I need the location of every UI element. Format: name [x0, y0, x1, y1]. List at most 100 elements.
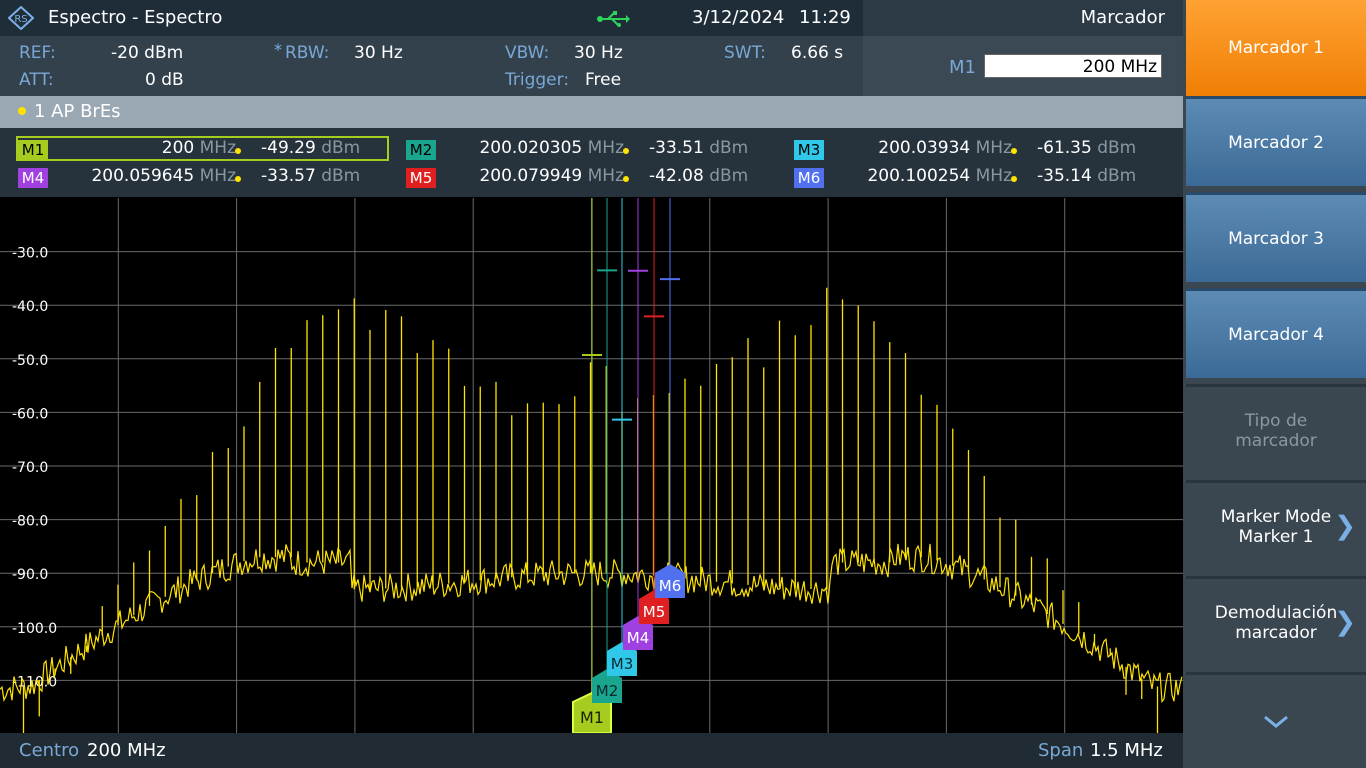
marker-level-m3: -61.35 dBm — [1037, 138, 1136, 158]
att-value[interactable]: 0 dB — [145, 70, 184, 90]
y-tick-label: -90.0 — [12, 567, 48, 583]
bottom-status-bar: Centro 200 MHz Span 1.5 MHz — [0, 733, 1183, 768]
softkey-label: Marcador 1 — [1228, 38, 1324, 58]
swt-value[interactable]: 6.66 s — [791, 43, 843, 63]
y-tick-label: -70.0 — [12, 460, 48, 476]
marker-level-unit: dBm — [315, 138, 361, 158]
marker-badge-m5[interactable]: M5 — [406, 168, 436, 188]
trigger-label: Trigger: — [505, 70, 570, 90]
center-label: Centro — [19, 740, 80, 761]
softkey-tipo-de-marcador[interactable]: Tipo de marcador — [1186, 384, 1366, 474]
marker-level-unit: dBm — [703, 138, 749, 158]
softkey-marcador-3[interactable]: Marcador 3 — [1186, 192, 1366, 282]
marker-level: -33.51 — [649, 138, 704, 158]
marker-level-unit: dBm — [1091, 166, 1137, 186]
rs-logo-icon: RS — [8, 6, 34, 30]
span-label: Span — [1038, 740, 1084, 761]
softkey-menu-header: Marcador — [863, 0, 1183, 36]
marker-frequency-unit: MHz — [582, 166, 624, 186]
marker-level-unit: dBm — [703, 166, 749, 186]
marker-frequency-m1: 200 MHz — [58, 138, 236, 158]
marker-level: -49.29 — [261, 138, 316, 158]
marker-frequency-m2: 200.020305 MHz — [446, 138, 624, 158]
marker-level: -42.08 — [649, 166, 704, 186]
y-tick-label: -60.0 — [12, 406, 48, 422]
swt-label: SWT: — [724, 43, 766, 63]
app-title: Espectro - Espectro — [48, 7, 223, 28]
marker-entry-label: M1 — [949, 57, 976, 78]
softkey-marcador-4[interactable]: Marcador 4 — [1186, 288, 1366, 378]
y-tick-label: -80.0 — [12, 514, 48, 530]
y-tick-label: -100.0 — [12, 621, 57, 637]
rbw-label: RBW: — [285, 43, 330, 63]
marker-level-m5: -42.08 dBm — [649, 166, 748, 186]
marker-level: -33.57 — [261, 166, 316, 186]
marker-frequency: 200 — [161, 138, 195, 158]
vbw-label: VBW: — [505, 43, 550, 63]
marker-trace-dot — [1011, 148, 1017, 154]
softkey-demodulacion-marcador[interactable]: Demodulación marcador ❯ — [1186, 576, 1366, 666]
marker-level: -61.35 — [1037, 138, 1092, 158]
softkey-marcador-2[interactable]: Marcador 2 — [1186, 96, 1366, 186]
center-value[interactable]: 200 MHz — [87, 740, 166, 761]
ref-label: REF: — [19, 43, 56, 63]
spectrum-graph[interactable]: -30.0 -40.0 -50.0 -60.0 -70.0 -80.0 -90.0 -100.… — [0, 198, 1183, 745]
chevron-down-icon — [1264, 715, 1288, 728]
softkey-label: Marcador 3 — [1228, 228, 1324, 249]
span-value[interactable]: 1.5 MHz — [1090, 740, 1163, 761]
time-display: 11:29 — [799, 7, 851, 28]
trace-color-dot — [18, 107, 26, 115]
marker-badge-m6[interactable]: M6 — [794, 168, 824, 188]
marker-flag-label: M3 — [611, 655, 634, 673]
marker-flag-label: M4 — [627, 629, 650, 647]
softkey-marcador-1[interactable]: Marcador 1 — [1186, 0, 1366, 96]
marker-frequency: 200.100254 — [867, 166, 971, 186]
marker-trace-dot — [623, 176, 629, 182]
rbw-value[interactable]: 30 Hz — [354, 43, 403, 63]
marker-level-unit: dBm — [315, 166, 361, 186]
y-tick-label: -40.0 — [12, 299, 48, 315]
marker-frequency: 200.020305 — [479, 138, 583, 158]
parameter-panel[interactable]: REF: -20 dBm ATT: 0 dB * RBW: 30 Hz VBW:… — [0, 36, 863, 96]
marker-badge-m4[interactable]: M4 — [18, 168, 48, 188]
marker-entry-panel: M1 200 MHz — [863, 36, 1183, 96]
marker-frequency-unit: MHz — [582, 138, 624, 158]
chevron-right-icon: ❯ — [1334, 606, 1356, 637]
softkey-label: Marcador 4 — [1228, 324, 1324, 345]
trigger-value[interactable]: Free — [585, 70, 621, 90]
ref-value[interactable]: -20 dBm — [111, 43, 183, 63]
trace-info-bar[interactable]: 1 AP BrEs — [0, 96, 1183, 128]
trace-label: 1 AP BrEs — [34, 101, 121, 122]
marker-frequency: 200.059645 — [91, 166, 195, 186]
marker-level-m4: -33.57 dBm — [261, 166, 360, 186]
marker-frequency-m6: 200.100254 MHz — [834, 166, 1012, 186]
softkey-label: Demodulación marcador — [1214, 602, 1338, 643]
softkey-more-button[interactable] — [1186, 672, 1366, 768]
marker-level-m6: -35.14 dBm — [1037, 166, 1136, 186]
marker-level-m1: -49.29 dBm — [261, 138, 360, 158]
vbw-value[interactable]: 30 Hz — [574, 43, 623, 63]
marker-trace-dot — [1011, 176, 1017, 182]
softkey-menu-title: Marcador — [1080, 7, 1165, 28]
marker-flag-label: M5 — [643, 603, 666, 621]
marker-level-unit: dBm — [1091, 138, 1137, 158]
marker-frequency-m5: 200.079949 MHz — [446, 166, 624, 186]
marker-flag-label: M6 — [659, 577, 682, 595]
softkey-label: Marcador 2 — [1228, 132, 1324, 153]
usb-icon — [597, 11, 630, 27]
marker-table: M1 200 MHz -49.29 dBm M2 200.020305 MHz -33.5… — [0, 128, 1183, 197]
marker-frequency-unit: MHz — [194, 166, 236, 186]
marker-badge-m3[interactable]: M3 — [794, 140, 824, 160]
marker-frequency-input[interactable]: 200 MHz — [984, 54, 1162, 78]
rbw-coupling-indicator: * — [274, 40, 282, 59]
svg-text:RS: RS — [14, 14, 27, 25]
softkey-marker-mode[interactable]: Marker Mode Marker 1 ❯ — [1186, 480, 1366, 570]
att-label: ATT: — [19, 70, 54, 90]
marker-badge-m2[interactable]: M2 — [406, 140, 436, 160]
marker-trace-dot — [623, 148, 629, 154]
marker-level: -35.14 — [1037, 166, 1092, 186]
spectrum-plot[interactable]: -30.0 -40.0 -50.0 -60.0 -70.0 -80.0 -90.0 -100.… — [0, 198, 1183, 745]
chevron-right-icon: ❯ — [1334, 510, 1356, 541]
marker-frequency-m4: 200.059645 MHz — [58, 166, 236, 186]
marker-badge-m1[interactable]: M1 — [18, 140, 48, 160]
